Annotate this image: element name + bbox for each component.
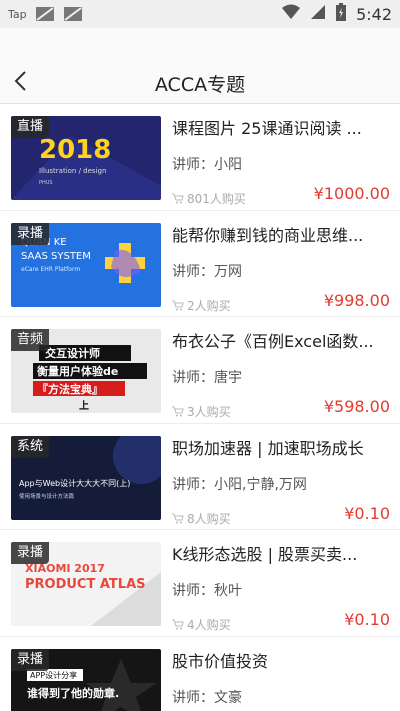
signal-icon [310,4,326,24]
thumb-text: App与Web设计大大大不同(上) [19,478,130,488]
course-price: ¥598.00 [323,397,390,416]
image-icon [63,6,83,22]
buyer-count: 3人购买 [172,403,231,420]
course-price: ¥0.10 [344,503,390,523]
thumb-text: APP设计分享 [30,670,77,680]
course-item[interactable]: XIAOMI 2017 PRODUCT ATLAS 录播 K线形态选股 | 股票… [0,530,400,637]
course-type-tag: 录播 [11,222,50,245]
course-title[interactable]: 职场加速器 | 加速职场成长 [172,438,390,460]
course-thumbnail[interactable]: 2018 Illustration / design PHUS 直播 [11,116,161,200]
course-item[interactable]: 交互设计师 衡量用户体验de 『方法宝典』 上 音频 布衣公子《百例Excel函… [0,317,400,424]
course-thumbnail[interactable]: APP设计分享 谁得到了他的勋章. 录播 [11,648,161,711]
course-item[interactable]: 2018 Illustration / design PHUS 直播 课程图片 … [0,104,400,211]
course-type-tag: 录播 [11,648,50,671]
thumb-text: SAAS SYSTEM [21,251,91,262]
course-title[interactable]: 布衣公子《百例Excel函数... [172,331,390,353]
teacher-name: 小阳,宁静,万网 [214,476,307,493]
thumb-text: 使用场景与设计方法篇 [19,492,75,500]
course-item[interactable]: APP设计分享 谁得到了他的勋章. 录播 股市价值投资 讲师：文豪 [0,636,400,711]
buyer-count-text: 4人购买 [187,618,231,632]
course-price: ¥1000.00 [313,184,390,203]
thumb-text: PHUS [39,180,53,186]
thumb-text: 交互设计师 [45,346,100,360]
teacher-prefix: 讲师： [172,476,214,493]
course-type-tag: 直播 [11,116,50,138]
buyer-count-text: 3人购买 [187,405,231,419]
teacher-prefix: 讲师： [172,157,214,173]
teacher-prefix: 讲师： [172,370,214,386]
buyer-count: 801人购买 [172,190,246,207]
course-thumbnail[interactable]: App与Web设计大大大不同(上) 使用场景与设计方法篇 系统 [11,435,161,520]
buyer-count: 4人购买 [172,616,231,633]
teacher-prefix: 讲师： [172,583,214,599]
page-header: ACCA专题 [0,28,400,104]
battery-charging-icon [336,3,347,25]
thumb-text: PRODUCT ATLAS [25,577,146,592]
course-title[interactable]: 课程图片 25课通识阅读 ... [172,118,390,140]
course-teacher: 讲师：文豪 [172,687,242,707]
thumb-text: 『方法宝典』 [37,382,103,396]
cart-icon [172,193,184,204]
thumb-text: 2018 [39,135,111,165]
course-teacher: 讲师：万网 [172,261,242,281]
teacher-name: 小阳 [214,157,242,173]
thumb-text: 上 [79,399,89,412]
course-title[interactable]: K线形态选股 | 股票买卖... [172,544,390,566]
buyer-count-text: 2人购买 [187,298,231,313]
buyer-count-text: 801人购买 [187,192,246,206]
cart-icon [172,619,184,630]
course-teacher: 讲师：秋叶 [172,580,242,600]
course-list[interactable]: 2018 Illustration / design PHUS 直播 课程图片 … [0,104,400,711]
cart-icon [172,406,184,417]
cart-icon [172,513,184,523]
cart-icon [172,300,184,310]
course-type-tag: 录播 [11,542,50,564]
thumb-text: 衡量用户体验de [37,364,118,378]
course-teacher: 讲师：唐宇 [172,367,242,387]
teacher-name: 秋叶 [214,583,242,599]
teacher-name: 文豪 [214,689,242,706]
buyer-count: 8人购买 [172,510,231,527]
thumb-text: 谁得到了他的勋章. [27,686,119,700]
image-icon [35,6,55,22]
course-thumbnail[interactable]: XIAOMI 2017 PRODUCT ATLAS 录播 [11,542,161,626]
status-bar: Tap 5:42 [0,0,400,28]
teacher-name: 万网 [214,263,242,280]
teacher-prefix: 讲师： [172,689,214,706]
buyer-count-text: 8人购买 [187,511,231,526]
teacher-prefix: 讲师： [172,263,214,280]
thumb-text: eCare EHR Platform [21,266,80,273]
status-time: 5:42 [356,4,392,24]
course-type-tag: 音频 [11,329,50,351]
course-item[interactable]: QUAN KE SAAS SYSTEM eCare EHR Platform 录… [0,210,400,317]
teacher-name: 唐宇 [214,370,242,386]
course-price: ¥0.10 [344,610,390,629]
course-thumbnail[interactable]: 交互设计师 衡量用户体验de 『方法宝典』 上 音频 [11,329,161,413]
course-teacher: 讲师：小阳 [172,154,242,174]
course-price: ¥998.00 [323,290,390,310]
course-title[interactable]: 能帮你赚到钱的商业思维... [172,225,390,247]
buyer-count: 2人购买 [172,297,231,314]
page-title: ACCA专题 [154,74,246,96]
wifi-icon [282,4,301,24]
course-title[interactable]: 股市价值投资 [172,651,390,673]
status-tap-label: Tap [8,7,27,21]
thumb-text: Illustration / design [39,167,106,175]
course-thumbnail[interactable]: QUAN KE SAAS SYSTEM eCare EHR Platform 录… [11,222,161,307]
course-type-tag: 系统 [11,435,50,458]
course-teacher: 讲师：小阳,宁静,万网 [172,474,307,494]
course-item[interactable]: App与Web设计大大大不同(上) 使用场景与设计方法篇 系统 职场加速器 | … [0,423,400,530]
